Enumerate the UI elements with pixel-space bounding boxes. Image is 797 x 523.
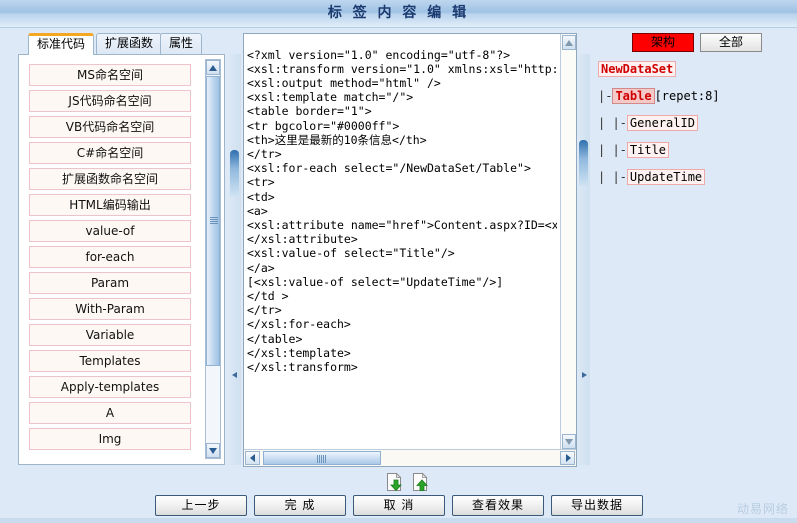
snippet-button[interactable]: Img xyxy=(29,428,191,450)
tree-node-label[interactable]: Title xyxy=(626,142,670,158)
tab-properties[interactable]: 属性 xyxy=(160,33,203,55)
scroll-up-icon[interactable] xyxy=(206,60,220,75)
splitter-grip[interactable] xyxy=(579,140,588,186)
tree-guide: | |- xyxy=(598,170,627,184)
tree-node[interactable]: | |- UpdateTime xyxy=(598,169,706,185)
scroll-down-icon[interactable] xyxy=(206,443,220,458)
snippet-button[interactable]: HTML编码输出 xyxy=(29,194,191,216)
file-io-icons xyxy=(386,472,438,492)
snippet-button[interactable]: MS命名空间 xyxy=(29,64,191,86)
scroll-up-icon[interactable] xyxy=(562,35,576,50)
previous-step-button[interactable]: 上一步 xyxy=(155,495,247,516)
tab-standard-code[interactable]: 标准代码 xyxy=(28,33,95,55)
scroll-right-icon[interactable] xyxy=(560,451,575,465)
tree-node[interactable]: | |- Title xyxy=(598,142,670,158)
snippet-button[interactable]: JS代码命名空间 xyxy=(29,90,191,112)
scrollbar-thumb[interactable] xyxy=(263,451,381,465)
finish-button[interactable]: 完 成 xyxy=(254,495,346,516)
snippet-button[interactable]: VB代码命名空间 xyxy=(29,116,191,138)
tree-node[interactable]: NewDataSet xyxy=(598,61,677,77)
collapse-left-icon[interactable] xyxy=(231,366,239,378)
snippet-button[interactable]: Param xyxy=(29,272,191,294)
snippet-button[interactable]: Variable xyxy=(29,324,191,346)
cancel-button[interactable]: 取 消 xyxy=(353,495,445,516)
tree-node[interactable]: |- Table [repet:8] xyxy=(598,88,720,104)
all-button[interactable]: 全部 xyxy=(700,33,762,52)
scrollbar-thumb[interactable] xyxy=(206,76,220,366)
snippet-button[interactable]: A xyxy=(29,402,191,424)
footer-bar: 上一步 完 成 取 消 查看效果 导出数据 动易网络 xyxy=(0,470,797,523)
code-snippet-scrollbar[interactable] xyxy=(205,59,221,459)
tree-guide: |- xyxy=(598,89,613,103)
watermark-label: 动易网络 xyxy=(736,502,789,516)
snippet-button[interactable]: C#命名空间 xyxy=(29,142,191,164)
scrollbar-grip xyxy=(210,217,218,225)
code-snippet-list: MS命名空间 JS代码命名空间 VB代码命名空间 C#命名空间 扩展函数命名空间 HTML… xyxy=(24,64,199,454)
scrollbar-grip xyxy=(317,455,327,463)
window-bottom-edge xyxy=(0,518,797,523)
collapse-right-icon[interactable] xyxy=(580,366,588,378)
editor-vertical-scrollbar[interactable] xyxy=(560,34,576,450)
preview-button[interactable]: 查看效果 xyxy=(452,495,544,516)
snippet-button[interactable]: 扩展函数命名空间 xyxy=(29,168,191,190)
tab-extended-functions[interactable]: 扩展函数 xyxy=(96,33,163,55)
snippet-button[interactable]: for-each xyxy=(29,246,191,268)
schema-tree-panel: 架构 全部 NewDataSet |- Table [repet:8] | |- Gene… xyxy=(592,28,794,468)
splitter-grip[interactable] xyxy=(230,150,239,196)
schema-button[interactable]: 架构 xyxy=(632,33,694,52)
tree-node-repeat-count: [repet:8] xyxy=(654,89,720,103)
tree-node-label[interactable]: GeneralID xyxy=(626,115,698,131)
page-title: 标 签 内 容 编 辑 xyxy=(327,5,470,21)
tree-node-label[interactable]: NewDataSet xyxy=(598,61,677,77)
editor-horizontal-scrollbar[interactable] xyxy=(244,449,576,466)
right-panel-splitter[interactable] xyxy=(578,54,590,465)
import-file-icon[interactable] xyxy=(386,472,404,492)
window-title-bar: 标 签 内 容 编 辑 xyxy=(0,0,797,28)
tree-node[interactable]: | |- GeneralID xyxy=(598,115,698,131)
tree-guide: | |- xyxy=(598,116,627,130)
snippet-button[interactable]: Templates xyxy=(29,350,191,372)
snippet-button[interactable]: value-of xyxy=(29,220,191,242)
export-file-icon[interactable] xyxy=(412,472,430,492)
tree-guide: | |- xyxy=(598,143,627,157)
export-data-button[interactable]: 导出数据 xyxy=(551,495,643,516)
scroll-down-icon[interactable] xyxy=(562,434,576,449)
code-editor-text[interactable]: <?xml version="1.0" encoding="utf-8"?> <… xyxy=(247,48,557,458)
xslt-code-editor[interactable]: <?xml version="1.0" encoding="utf-8"?> <… xyxy=(243,33,577,467)
snippet-button[interactable]: Apply-templates xyxy=(29,376,191,398)
code-snippet-panel: MS命名空间 JS代码命名空间 VB代码命名空间 C#命名空间 扩展函数命名空间 HTML… xyxy=(18,54,225,465)
snippet-button[interactable]: With-Param xyxy=(29,298,191,320)
left-panel-splitter[interactable] xyxy=(229,54,241,465)
tree-node-label[interactable]: UpdateTime xyxy=(626,169,706,185)
tree-node-label[interactable]: Table xyxy=(612,88,655,104)
scroll-left-icon[interactable] xyxy=(245,451,260,465)
